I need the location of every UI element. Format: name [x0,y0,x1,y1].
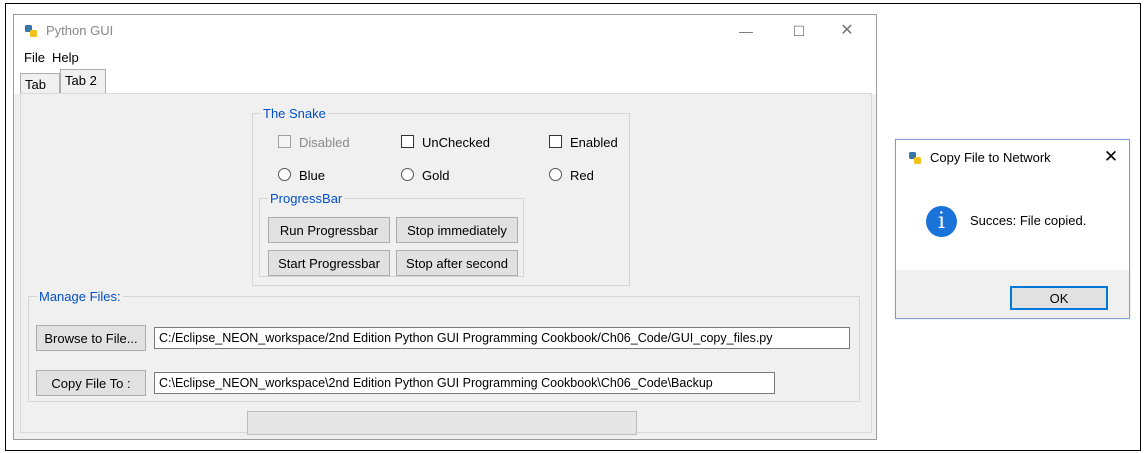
menu-help[interactable]: Help [52,50,79,65]
radio-circle [278,168,291,181]
ok-button[interactable]: OK [1010,286,1108,310]
copy-file-dialog: Copy File to Network ✕ i Succes: File co… [895,139,1130,319]
menu-bar: File Help [14,47,876,69]
radio-blue[interactable]: Blue [278,168,325,183]
progress-bar [247,411,637,435]
radio-gold[interactable]: Gold [401,168,449,183]
radio-label: Gold [422,168,450,183]
run-progressbar-button[interactable]: Run Progressbar [268,217,390,243]
checkbox-disabled: Disabled [278,135,350,150]
tab-strip: Tab 1 Tab 2 [14,69,876,113]
browse-to-file-button[interactable]: Browse to File... [36,325,146,351]
dialog-body: i Succes: File copied. [896,174,1129,270]
checkbox-label: Disabled [299,135,350,150]
minimize-button[interactable]: — [731,20,761,42]
title-bar: Python GUI — ☐ ✕ [14,15,876,47]
checkbox-label: UnChecked [422,135,490,150]
dialog-title-bar: Copy File to Network ✕ [896,140,1129,174]
radio-label: Red [570,168,594,183]
checkbox-box [278,135,291,148]
menu-file[interactable]: File [24,50,45,65]
dialog-message: Succes: File copied. [970,213,1087,228]
radio-circle [549,168,562,181]
browse-path-field[interactable]: C:/Eclipse_NEON_workspace/2nd Edition Py… [154,327,850,349]
radio-red[interactable]: Red [549,168,594,183]
checkbox-unchecked[interactable]: UnChecked [401,135,490,150]
checkbox-label: Enabled [570,135,618,150]
progressbar-legend: ProgressBar [270,191,343,206]
dialog-title: Copy File to Network [930,150,1051,165]
window-title: Python GUI [46,23,114,38]
tab-1[interactable]: Tab 1 [20,73,60,113]
checkbox-box [401,135,414,148]
copy-file-to-button[interactable]: Copy File To : [36,370,146,396]
checkbox-enabled[interactable]: Enabled [549,135,618,150]
close-button[interactable]: ✕ [832,20,862,42]
stop-after-second-button[interactable]: Stop after second [396,250,518,276]
radio-circle [401,168,414,181]
dialog-close-button[interactable]: ✕ [1101,146,1121,168]
dialog-footer: OK [896,270,1129,318]
manage-files-legend: Manage Files: [39,289,121,304]
snake-legend: The Snake [263,106,326,121]
copy-destination-field[interactable]: C:\Eclipse_NEON_workspace\2nd Edition Py… [154,372,775,394]
python-app-icon [909,152,921,164]
checkbox-box [549,135,562,148]
maximize-button[interactable]: ☐ [784,20,814,42]
stop-immediately-button[interactable]: Stop immediately [396,217,518,243]
main-window: Python GUI — ☐ ✕ File Help Tab 1 Tab 2 T… [13,14,877,440]
info-icon: i [926,206,957,237]
python-app-icon [25,25,37,37]
tab-2[interactable]: Tab 2 [60,69,106,94]
start-progressbar-button[interactable]: Start Progressbar [268,250,390,276]
radio-label: Blue [299,168,326,183]
